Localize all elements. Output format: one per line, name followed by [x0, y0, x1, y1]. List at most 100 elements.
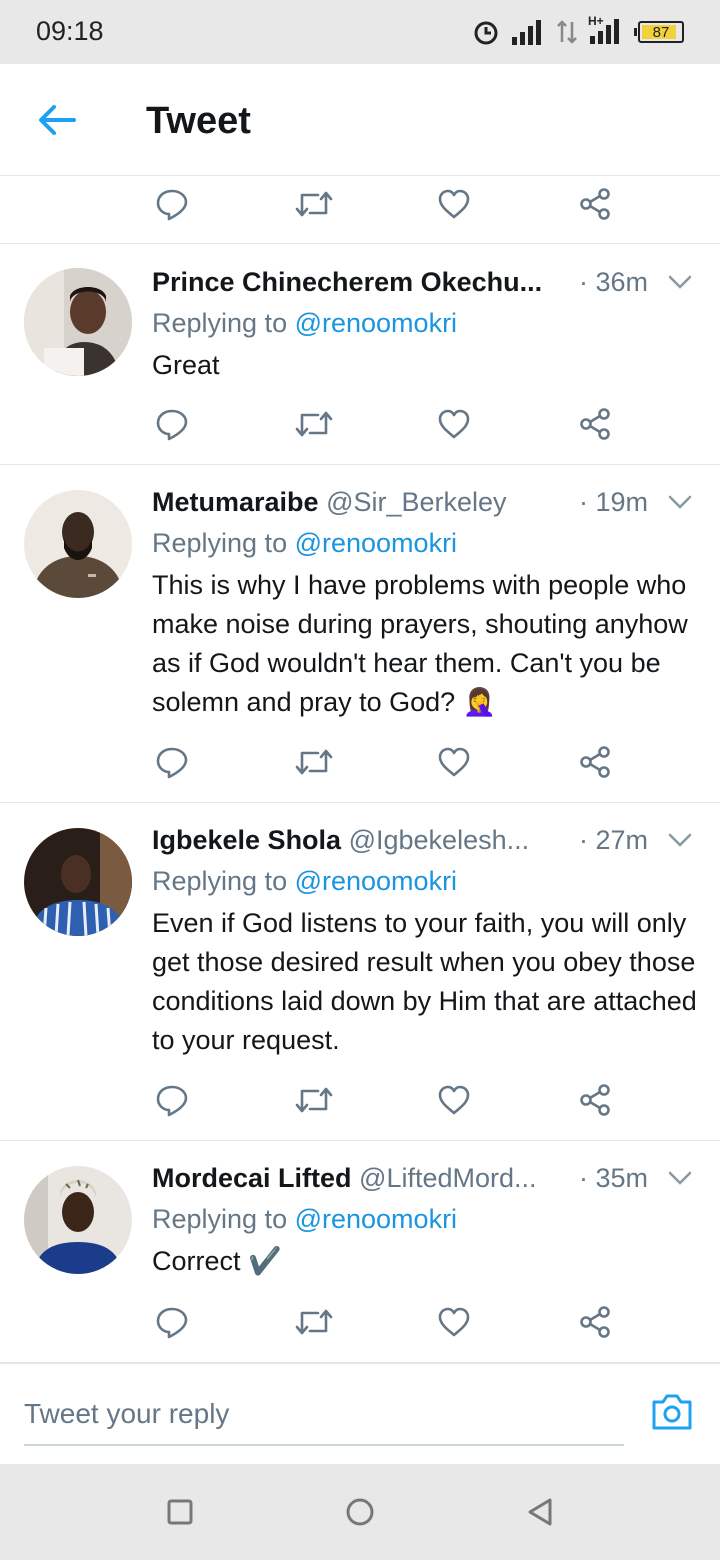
tweet-time: · 36m [572, 262, 648, 302]
share-button[interactable] [571, 180, 619, 228]
user-handle[interactable]: @LiftedMord... [359, 1163, 536, 1193]
reply-icon [156, 747, 188, 779]
page-title: Tweet [146, 100, 251, 142]
replying-to: Replying to @renoomokri [152, 304, 457, 342]
signal-icon [512, 20, 541, 45]
triangle-back-icon[interactable] [522, 1494, 558, 1530]
reply-icon [156, 189, 188, 221]
reply-button[interactable] [148, 1298, 196, 1346]
system-nav-bar [0, 1464, 720, 1560]
mention-link[interactable]: @renoomokri [295, 528, 457, 558]
share-icon [580, 1084, 610, 1116]
retweet-icon [295, 1087, 333, 1113]
tweet-header: Mordecai Lifted @LiftedMord... [152, 1158, 632, 1198]
replying-to: Replying to @renoomokri [152, 1200, 457, 1238]
retweet-icon [295, 191, 333, 217]
avatar[interactable] [24, 828, 132, 936]
display-name[interactable]: Igbekele Shola [152, 825, 341, 855]
tweet-time: · 35m [572, 1158, 648, 1198]
user-handle[interactable]: @Igbekelesh... [349, 825, 530, 855]
like-button[interactable] [430, 1298, 478, 1346]
reply-button[interactable] [148, 180, 196, 228]
arrow-left-icon[interactable] [36, 102, 76, 138]
status-icons: H+ 87 [472, 14, 684, 50]
tweet-actions [0, 390, 720, 458]
display-name[interactable]: Metumaraibe [152, 487, 319, 517]
tweet-actions [0, 728, 720, 796]
tweet-text: Even if God listens to your faith, you w… [152, 908, 697, 1055]
share-button[interactable] [571, 400, 619, 448]
replying-prefix: Replying to [152, 866, 295, 896]
alarm-icon [474, 21, 498, 45]
retweet-icon [295, 749, 333, 775]
tweet-header: Prince Chinecherem Okechu... [152, 262, 632, 302]
retweet-button[interactable] [290, 1076, 338, 1124]
camera-icon[interactable] [650, 1392, 694, 1432]
tweet-text: Great [152, 350, 220, 380]
mention-link[interactable]: @renoomokri [295, 866, 457, 896]
share-icon [580, 188, 610, 220]
heart-icon [438, 747, 470, 777]
tweet-time: · 27m [572, 820, 648, 860]
retweet-button[interactable] [290, 400, 338, 448]
heart-icon [438, 409, 470, 439]
reply-button[interactable] [148, 1076, 196, 1124]
reply-icon [156, 409, 188, 441]
chevron-down-icon[interactable] [666, 828, 694, 852]
divider [0, 802, 720, 803]
reply-composer [0, 1362, 720, 1462]
mention-link[interactable]: @renoomokri [295, 308, 457, 338]
retweet-button[interactable] [290, 738, 338, 786]
chevron-down-icon[interactable] [666, 270, 694, 294]
like-button[interactable] [430, 1076, 478, 1124]
user-handle[interactable]: @Sir_Berkeley [326, 487, 506, 517]
tweet-text: This is why I have problems with people … [152, 570, 688, 717]
reply-button[interactable] [148, 738, 196, 786]
avatar[interactable] [24, 490, 132, 598]
share-icon [580, 746, 610, 778]
share-button[interactable] [571, 1298, 619, 1346]
retweet-button[interactable] [290, 1298, 338, 1346]
heart-icon [438, 1307, 470, 1337]
divider [0, 243, 720, 244]
tweet-text: Correct ✔️ [152, 1246, 282, 1276]
tweet-time: · 19m [572, 482, 648, 522]
replying-prefix: Replying to [152, 528, 295, 558]
divider [0, 464, 720, 465]
like-button[interactable] [430, 180, 478, 228]
tweet-actions [0, 1066, 720, 1134]
replying-prefix: Replying to [152, 308, 295, 338]
share-button[interactable] [571, 738, 619, 786]
signal-hplus-icon: H+ [588, 14, 628, 46]
retweet-icon [295, 1309, 333, 1335]
replying-to: Replying to @renoomokri [152, 862, 457, 900]
chevron-down-icon[interactable] [666, 1166, 694, 1190]
chevron-down-icon[interactable] [666, 490, 694, 514]
reply-input[interactable] [24, 1384, 624, 1446]
display-name[interactable]: Mordecai Lifted [152, 1163, 352, 1193]
divider [0, 1140, 720, 1141]
reply-icon [156, 1085, 188, 1117]
retweet-button[interactable] [290, 180, 338, 228]
retweet-icon [295, 411, 333, 437]
tweet-actions [0, 170, 720, 238]
app-header: Tweet [0, 64, 720, 176]
heart-icon [438, 189, 470, 219]
circle-home-icon[interactable] [342, 1494, 378, 1530]
share-button[interactable] [571, 1076, 619, 1124]
mention-link[interactable]: @renoomokri [295, 1204, 457, 1234]
avatar[interactable] [24, 1166, 132, 1274]
replying-prefix: Replying to [152, 1204, 295, 1234]
reply-button[interactable] [148, 400, 196, 448]
tweet-header: Igbekele Shola @Igbekelesh... [152, 820, 632, 860]
reply-icon [156, 1307, 188, 1339]
avatar[interactable] [24, 268, 132, 376]
display-name[interactable]: Prince Chinecherem Okechu... [152, 267, 542, 297]
battery-icon: 87 [634, 21, 684, 43]
battery-level: 87 [652, 23, 670, 41]
like-button[interactable] [430, 400, 478, 448]
square-recents-icon[interactable] [162, 1494, 198, 1530]
heart-icon [438, 1085, 470, 1115]
like-button[interactable] [430, 738, 478, 786]
data-arrows-icon [557, 20, 577, 44]
